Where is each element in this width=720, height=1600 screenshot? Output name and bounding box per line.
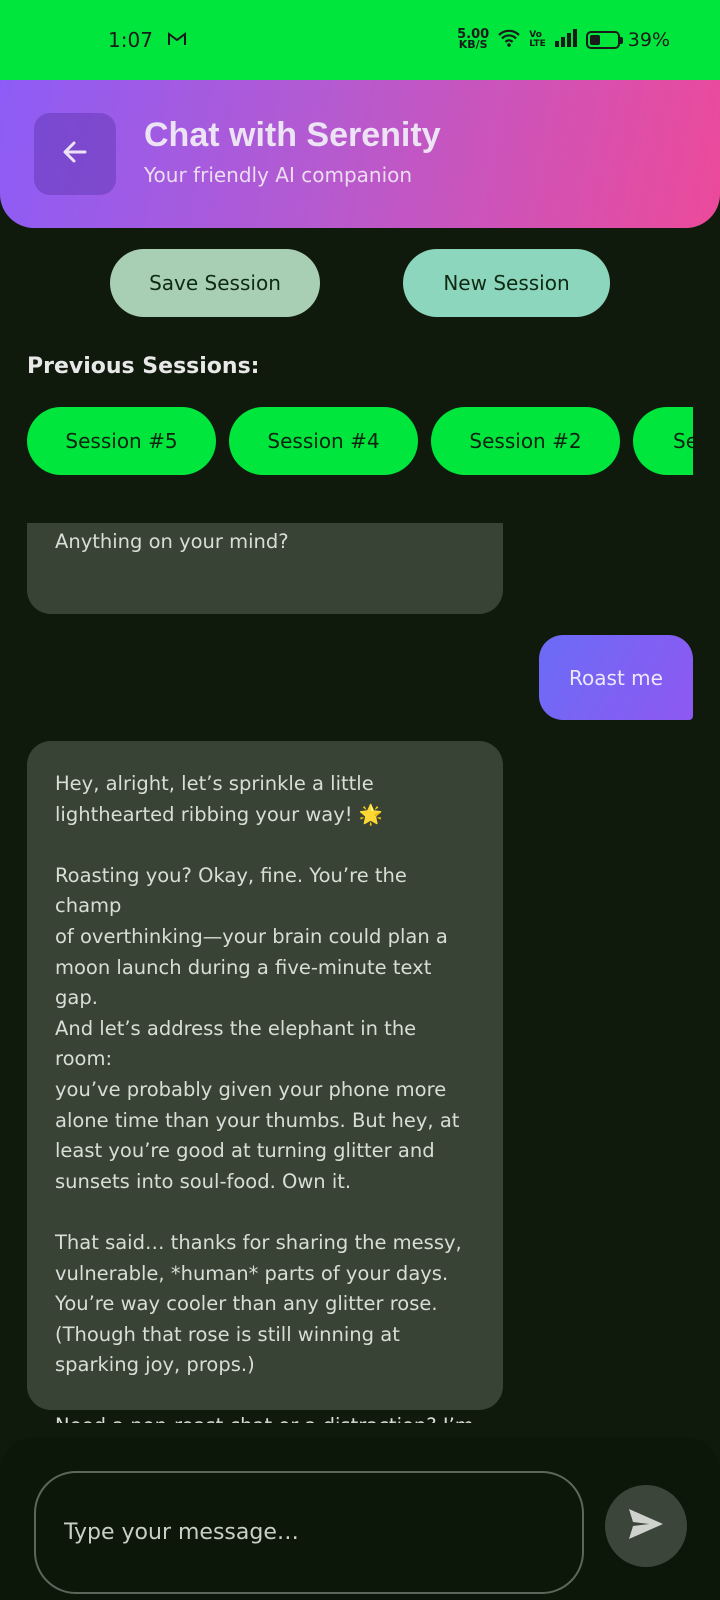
header-text: Chat with Serenity Your friendly AI comp… (144, 116, 441, 187)
status-right: 5.00 KB/S Vo LTE 39% (457, 28, 670, 52)
page-subtitle: Your friendly AI companion (144, 162, 413, 187)
network-speed-unit: KB/S (458, 38, 488, 51)
gmail-icon (167, 28, 187, 52)
status-bar: 1:07 5.00 KB/S Vo LTE 39% (0, 0, 720, 80)
status-time: 1:07 (108, 28, 153, 52)
user-message: Roast me (539, 635, 693, 720)
volte-bottom: LTE (529, 39, 546, 49)
battery-percent: 39% (627, 29, 670, 51)
battery-level (589, 35, 600, 45)
new-session-button[interactable]: New Session (403, 249, 610, 317)
send-icon (627, 1507, 665, 1545)
session-chip[interactable]: Se (633, 407, 693, 475)
session-chip[interactable]: Session #4 (229, 407, 418, 475)
session-chip[interactable]: Session #5 (27, 407, 216, 475)
chat-messages[interactable]: Anything on your mind? Roast me Hey, alr… (0, 523, 720, 1423)
save-session-button[interactable]: Save Session (110, 249, 320, 317)
send-button[interactable] (605, 1485, 687, 1567)
assistant-message: Hey, alright, let’s sprinkle a little li… (27, 741, 503, 1423)
status-left: 1:07 (108, 28, 187, 52)
assistant-message: Anything on your mind? (27, 523, 503, 614)
arrow-left-icon (59, 136, 91, 172)
volte-indicator: Vo LTE (529, 31, 546, 49)
network-speed: 5.00 KB/S (457, 28, 489, 51)
page-title: Chat with Serenity (144, 115, 441, 154)
wifi-icon (497, 29, 521, 52)
session-chip[interactable]: Session #2 (431, 407, 620, 475)
chat-header: Chat with Serenity Your friendly AI comp… (0, 80, 720, 228)
session-actions: Save Session New Session (0, 249, 720, 317)
message-input[interactable] (34, 1471, 584, 1594)
battery-icon (585, 31, 623, 49)
signal-icon (554, 28, 578, 52)
previous-sessions-list[interactable]: Session #5 Session #4 Session #2 Se (27, 407, 693, 475)
composer (0, 1437, 720, 1600)
back-button[interactable] (34, 113, 116, 195)
previous-sessions-label: Previous Sessions: (27, 354, 260, 379)
